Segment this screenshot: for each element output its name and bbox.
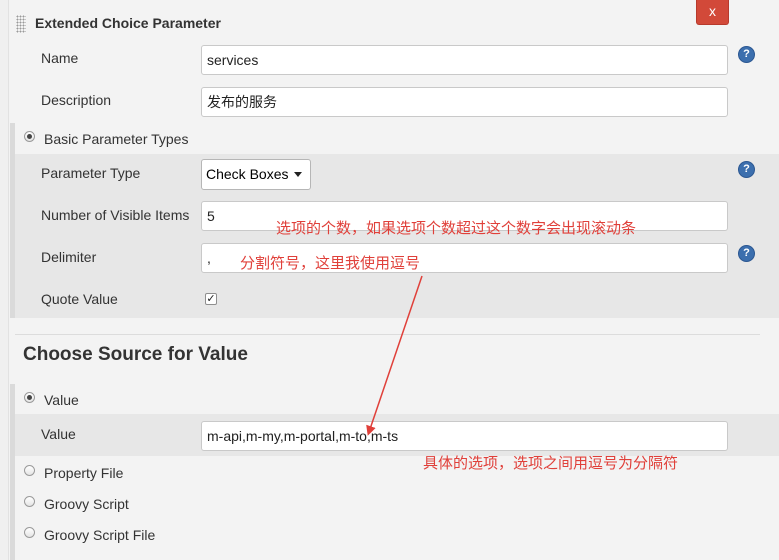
arrow-line xyxy=(366,275,423,436)
annotation-arrow xyxy=(366,275,423,436)
